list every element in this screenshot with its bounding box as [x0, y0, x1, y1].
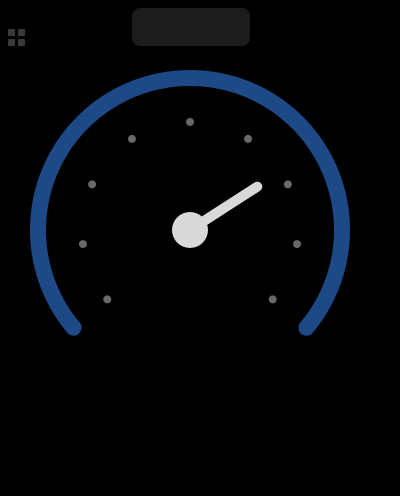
gauge-tick: [283, 180, 292, 189]
gauge-hub: [172, 212, 208, 248]
gauge-tick: [244, 134, 253, 143]
gauge-tick: [186, 118, 194, 126]
gauge-tick: [268, 295, 277, 304]
gauge-tick: [127, 134, 136, 143]
gauge-ticks: [78, 118, 302, 304]
grid-icon[interactable]: [6, 26, 28, 48]
speed-gauge: [30, 70, 350, 336]
gauge-tick: [103, 295, 112, 304]
gauge-tick: [88, 180, 97, 189]
gauge-arc: [30, 70, 350, 336]
server-label[interactable]: [132, 8, 250, 46]
speed-unit-label: [130, 446, 270, 474]
gauge-tick: [293, 240, 302, 249]
gauge-tick: [78, 240, 87, 249]
speed-readout: [70, 384, 330, 440]
